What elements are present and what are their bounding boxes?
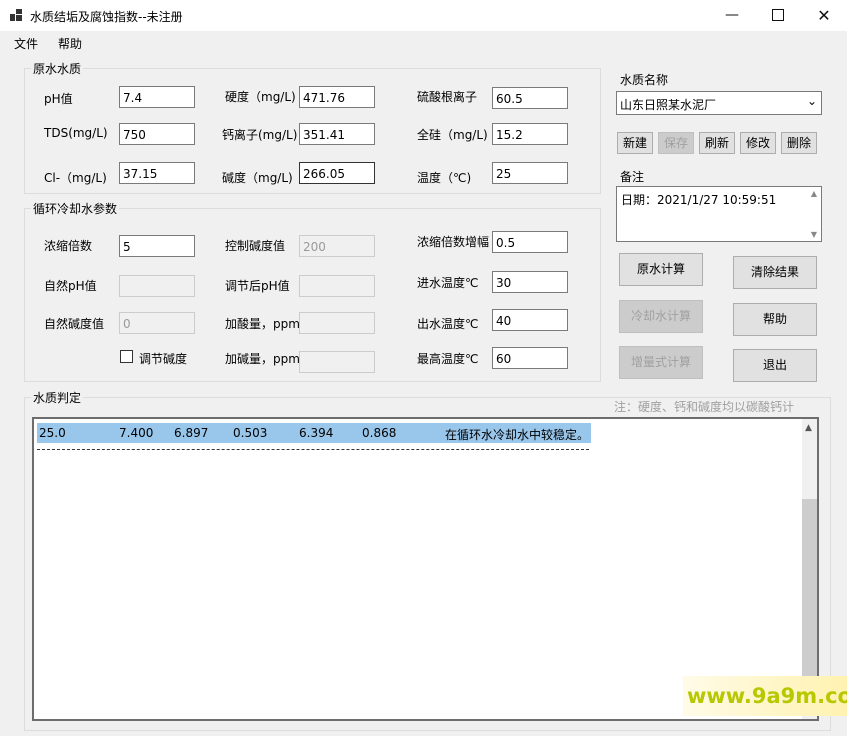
edit-button[interactable]: 修改: [740, 132, 776, 154]
footnote: 注：硬度、钙和碱度均以碳酸钙计: [614, 398, 795, 415]
scroll-up-icon: ▲: [810, 189, 817, 198]
max-temp-label: 最高温度℃: [417, 352, 479, 366]
minimize-button[interactable]: —: [709, 0, 755, 31]
minimize-icon: —: [725, 7, 739, 23]
conc-increment-label: 浓缩倍数增幅: [417, 235, 490, 249]
result-scrollbar[interactable]: ▲: [802, 419, 817, 719]
natural-ph-label: 自然pH值: [44, 279, 97, 293]
tds-label: TDS(mg/L): [44, 126, 108, 140]
close-button[interactable]: ✕: [801, 0, 847, 31]
natural-ph-input[interactable]: [119, 275, 195, 297]
note-text: 日期：2021/1/27 10:59:51: [621, 193, 777, 207]
alkali-dose-label: 加碱量，ppm: [225, 352, 300, 366]
acid-dose-label: 加酸量，ppm: [225, 317, 300, 331]
water-name-label: 水质名称: [620, 73, 669, 87]
menu-bar: [0, 31, 847, 53]
inlet-temp-input[interactable]: 30: [492, 271, 568, 293]
concentration-input[interactable]: 5: [119, 235, 195, 257]
cell-ph: 7.400: [119, 426, 154, 440]
chloride-input[interactable]: 37.15: [119, 162, 195, 184]
sulfate-label: 硫酸根离子: [417, 90, 478, 104]
watermark: www.9a9m.com: [683, 676, 847, 716]
hardness-input[interactable]: 471.76: [299, 86, 375, 108]
ph-label: pH值: [44, 92, 73, 106]
alkalinity-label: 碱度（mg/L): [222, 171, 293, 185]
alkali-dose-input[interactable]: [299, 351, 375, 373]
note-label: 备注: [620, 170, 645, 184]
watermark-text: www.9a9m.com: [687, 684, 847, 708]
chevron-down-icon: ⌄: [806, 94, 817, 108]
control-alk-input[interactable]: 200: [299, 235, 375, 257]
cool-calc-button[interactable]: 冷却水计算: [619, 300, 703, 333]
raw-calc-button[interactable]: 原水计算: [619, 253, 703, 286]
acid-dose-input[interactable]: [299, 312, 375, 334]
calcium-label: 钙离子(mg/L): [222, 128, 298, 142]
cell-rsi: 6.394: [299, 426, 334, 440]
incr-calc-button[interactable]: 增量式计算: [619, 346, 703, 379]
scroll-down-icon: ▼: [810, 230, 817, 239]
water-name-select[interactable]: 山东日照某水泥厂 ⌄: [616, 91, 822, 115]
cell-verdict: 在循环水冷却水中较稳定。: [445, 428, 590, 442]
natural-alk-input[interactable]: 0: [119, 312, 195, 334]
cell-index: 0.868: [362, 426, 397, 440]
temp-input[interactable]: 25: [492, 162, 568, 184]
window-title: 水质结垢及腐蚀指数--未注册: [30, 10, 183, 24]
save-button[interactable]: 保存: [658, 132, 694, 154]
clear-button[interactable]: 清除结果: [733, 256, 817, 289]
natural-alk-label: 自然碱度值: [44, 317, 105, 331]
delete-button[interactable]: 删除: [781, 132, 817, 154]
tds-input[interactable]: 750: [119, 123, 195, 145]
cell-temp: 25.0: [39, 426, 66, 440]
water-name-value: 山东日照某水泥厂: [620, 98, 717, 112]
separator-line: [37, 449, 589, 450]
alkalinity-input[interactable]: 266.05: [299, 162, 375, 184]
scrollbar-thumb[interactable]: [802, 499, 817, 679]
maximize-icon: [772, 9, 784, 21]
refresh-button[interactable]: 刷新: [699, 132, 735, 154]
sulfate-input[interactable]: 60.5: [492, 87, 568, 109]
conc-increment-input[interactable]: 0.5: [492, 231, 568, 253]
cell-lsi: 0.503: [233, 426, 268, 440]
outlet-temp-label: 出水温度℃: [417, 317, 479, 331]
max-temp-input[interactable]: 60: [492, 347, 568, 369]
close-icon: ✕: [817, 6, 831, 25]
help-button[interactable]: 帮助: [733, 303, 817, 336]
exit-button[interactable]: 退出: [733, 349, 817, 382]
calcium-input[interactable]: 351.41: [299, 123, 375, 145]
concentration-label: 浓缩倍数: [44, 239, 93, 253]
control-alk-label: 控制碱度值: [225, 239, 286, 253]
app-icon: [10, 9, 22, 21]
adjusted-ph-label: 调节后pH值: [225, 279, 290, 293]
note-textarea[interactable]: 日期：2021/1/27 10:59:51 ▲ ▼: [616, 186, 822, 242]
cell-phs: 6.897: [174, 426, 209, 440]
result-legend: 水质判定: [33, 391, 82, 405]
cooling-legend: 循环冷却水参数: [33, 202, 118, 216]
inlet-temp-label: 进水温度℃: [417, 276, 479, 290]
hardness-label: 硬度（mg/L): [225, 90, 296, 104]
maximize-button[interactable]: [755, 0, 801, 31]
scroll-up-icon[interactable]: ▲: [805, 423, 812, 433]
adjust-alk-label: 调节碱度: [139, 352, 188, 366]
outlet-temp-input[interactable]: 40: [492, 309, 568, 331]
menu-file[interactable]: 文件: [14, 35, 38, 52]
new-button[interactable]: 新建: [617, 132, 653, 154]
raw-water-legend: 原水水质: [33, 62, 82, 76]
temp-label: 温度（℃): [417, 171, 472, 185]
chloride-label: Cl-（mg/L): [44, 171, 107, 185]
adjusted-ph-input[interactable]: [299, 275, 375, 297]
adjust-alk-checkbox[interactable]: [120, 350, 133, 363]
silica-input[interactable]: 15.2: [492, 123, 568, 145]
menu-help[interactable]: 帮助: [58, 35, 82, 52]
ph-input[interactable]: 7.4: [119, 86, 195, 108]
silica-label: 全硅（mg/L): [417, 128, 488, 142]
